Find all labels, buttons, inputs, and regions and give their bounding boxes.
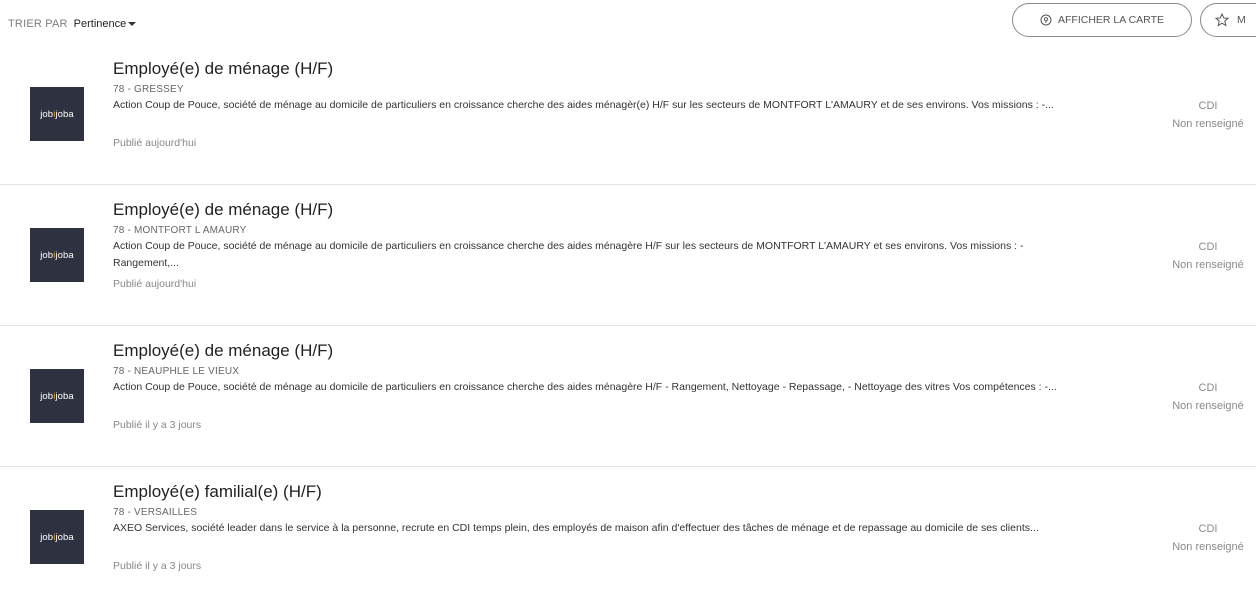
job-published-date: Publié aujourd'hui	[113, 278, 197, 290]
job-description: Action Coup de Pouce, société de ménage …	[113, 240, 1024, 269]
job-contract-info: CDI Non renseigné	[1148, 238, 1256, 274]
job-published-date: Publié il y a 3 jours	[113, 419, 202, 431]
show-map-label: AFFICHER LA CARTE	[1058, 14, 1164, 26]
company-logo: job i joba	[30, 228, 84, 282]
job-title-link[interactable]: Employé(e) familial(e) (H/F)	[113, 482, 322, 502]
show-map-button[interactable]: AFFICHER LA CARTE	[1012, 3, 1192, 37]
job-location: 78 - VERSAILLES	[113, 507, 198, 518]
company-logo: job i joba	[30, 369, 84, 423]
job-published-date: Publié aujourd'hui	[113, 137, 197, 149]
caret-down-icon	[128, 22, 137, 27]
job-results-list: job i joba Employé(e) de ménage (H/F) 78 -…	[0, 44, 1256, 608]
contract-type: CDI	[1198, 382, 1218, 394]
company-logo: job i joba	[30, 510, 84, 564]
job-location: 78 - MONTFORT L AMAURY	[113, 225, 247, 236]
job-contract-info: CDI Non renseigné	[1148, 97, 1256, 133]
salary-info: Non renseigné	[1172, 541, 1244, 553]
company-logo: job i joba	[30, 87, 84, 141]
job-location: 78 - NEAUPHLE LE VIEUX	[113, 366, 240, 377]
job-published-date: Publié il y a 3 jours	[113, 560, 202, 572]
job-card[interactable]: job i joba Employé(e) familial(e) (H/F) 78…	[0, 467, 1256, 608]
job-description: AXEO Services, société leader dans le se…	[113, 522, 1039, 534]
sort-label: TRIER PAR	[8, 18, 68, 30]
contract-type: CDI	[1198, 523, 1218, 535]
contract-type: CDI	[1198, 241, 1218, 253]
job-description: Action Coup de Pouce, société de ménage …	[113, 381, 1057, 393]
sort-value: Pertinence	[73, 18, 127, 30]
job-card[interactable]: job i joba Employé(e) de ménage (H/F) 78 -…	[0, 44, 1256, 185]
job-title-link[interactable]: Employé(e) de ménage (H/F)	[113, 341, 333, 361]
salary-info: Non renseigné	[1172, 259, 1244, 271]
job-location: 78 - GRESSEY	[113, 84, 184, 95]
sort-control: TRIER PAR Pertinence	[8, 18, 137, 30]
results-toolbar: TRIER PAR Pertinence AFFICHER LA CARTE M	[0, 0, 1256, 44]
job-title-link[interactable]: Employé(e) de ménage (H/F)	[113, 59, 333, 79]
job-card[interactable]: job i joba Employé(e) de ménage (H/F) 78 -…	[0, 185, 1256, 326]
save-search-label: M	[1237, 14, 1246, 26]
sort-dropdown[interactable]: Pertinence	[74, 18, 137, 30]
star-icon	[1215, 13, 1229, 27]
location-pin-icon	[1040, 14, 1052, 26]
salary-info: Non renseigné	[1172, 118, 1244, 130]
job-description: Action Coup de Pouce, société de ménage …	[113, 99, 1054, 111]
salary-info: Non renseigné	[1172, 400, 1244, 412]
save-search-button[interactable]: M	[1200, 3, 1256, 37]
job-title-link[interactable]: Employé(e) de ménage (H/F)	[113, 200, 333, 220]
job-contract-info: CDI Non renseigné	[1148, 379, 1256, 415]
job-card[interactable]: job i joba Employé(e) de ménage (H/F) 78 -…	[0, 326, 1256, 467]
job-contract-info: CDI Non renseigné	[1148, 520, 1256, 556]
contract-type: CDI	[1198, 100, 1218, 112]
